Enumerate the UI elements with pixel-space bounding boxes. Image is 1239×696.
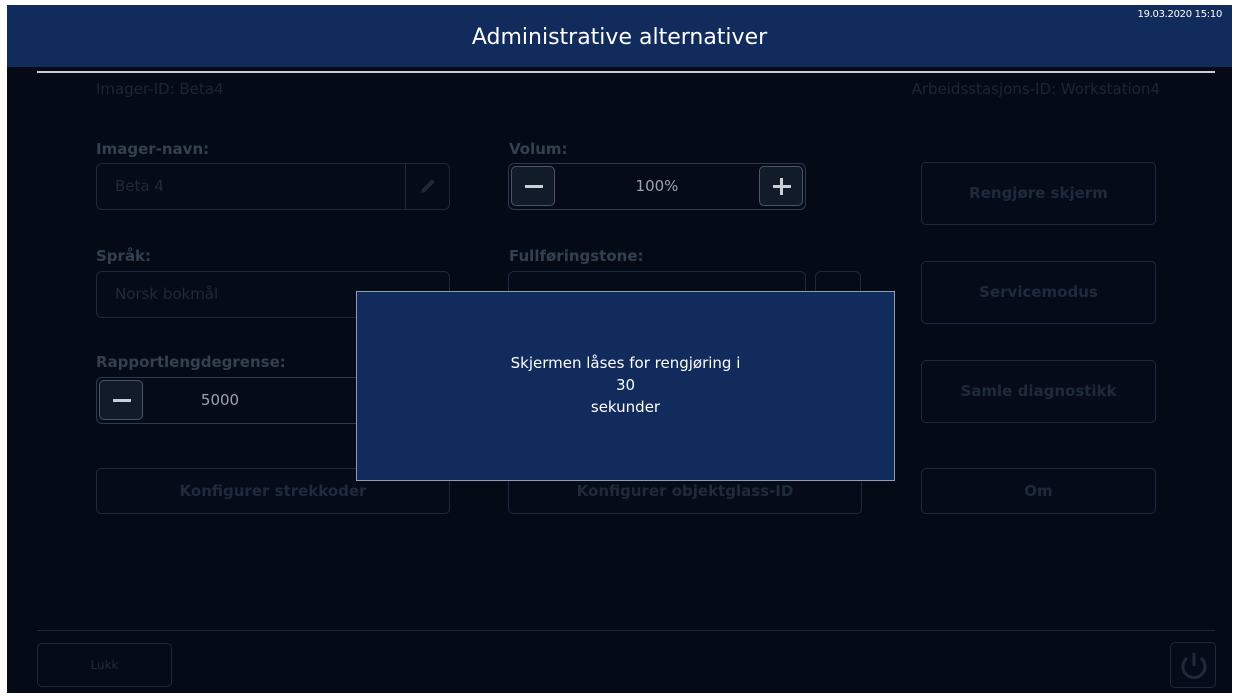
lock-countdown: 30 [615,376,636,394]
minus-icon[interactable] [99,380,143,420]
lock-message-line1: Skjermen låses for rengjøring i [510,354,741,372]
lock-message: Skjermen låses for rengjøring i 30 sekun… [357,352,894,418]
language-value: Norsk bokmål [115,285,219,303]
volume-stepper: 100% [508,163,806,210]
report-limit-stepper: 5000 [96,377,396,424]
minus-icon[interactable] [511,166,555,206]
lock-message-unit: sekunder [590,398,661,416]
report-limit-label: Rapportlengdegrense: [96,353,286,371]
imager-name-label: Imager-navn: [96,140,210,158]
screen-lock-dialog: Skjermen låses for rengjøring i 30 sekun… [356,291,895,481]
close-button[interactable]: Lukk [37,643,172,687]
volume-label: Volum: [509,140,568,158]
title-divider [37,71,1215,73]
collect-diagnostics-button[interactable]: Samle diagnostikk [921,360,1156,423]
about-button[interactable]: Om [921,468,1156,514]
imager-name-value: Beta 4 [115,177,164,195]
datetime: 19.03.2020 15:10 [1137,9,1223,20]
plus-icon[interactable] [759,166,803,206]
power-icon[interactable] [1170,642,1216,688]
clean-screen-button[interactable]: Rengjøre skjerm [921,162,1156,225]
imager-id: Imager-ID: Beta4 [96,80,224,98]
workstation-id: Arbeidsstasjons-ID: Workstation4 [911,80,1160,98]
language-label: Språk: [96,247,152,265]
pencil-icon[interactable] [405,164,449,209]
completion-tone-label: Fullføringstone: [509,247,644,265]
admin-options-window: Administrative alternativer 19.03.2020 1… [7,5,1232,693]
service-mode-button[interactable]: Servicemodus [921,261,1156,324]
title-bar: Administrative alternativer 19.03.2020 1… [7,5,1232,67]
footer-divider [37,630,1215,631]
volume-value: 100% [635,177,679,195]
imager-name-field[interactable]: Beta 4 [96,163,450,210]
page-title: Administrative alternativer [471,25,768,50]
report-limit-value: 5000 [200,391,240,409]
